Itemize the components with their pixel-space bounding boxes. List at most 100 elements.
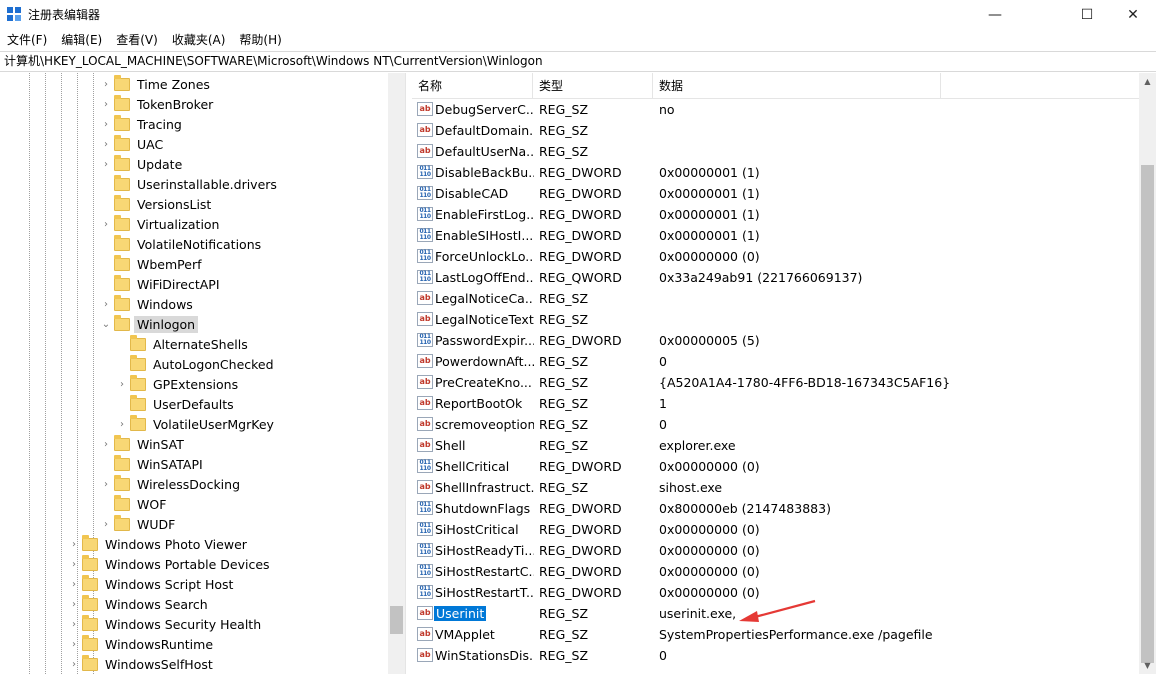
list-item[interactable]: ab WinStationsDis... REG_SZ 0 bbox=[412, 645, 1139, 666]
list-scrollbar-thumb[interactable] bbox=[1141, 165, 1154, 663]
tree-item[interactable]: › WUDF bbox=[100, 514, 178, 534]
chevron-right-icon[interactable]: › bbox=[100, 114, 112, 134]
tree-item[interactable]: › Windows Security Health bbox=[68, 614, 264, 634]
chevron-right-icon[interactable]: › bbox=[100, 214, 112, 234]
list-item[interactable]: ab VMApplet REG_SZ SystemPropertiesPerforma… bbox=[412, 624, 1139, 645]
chevron-right-icon[interactable]: › bbox=[68, 614, 80, 634]
tree-item[interactable]: › Windows Script Host bbox=[68, 574, 236, 594]
list-item[interactable]: 011 110 DisableCAD REG_DWORD 0x00000001 (1) bbox=[412, 183, 1139, 204]
tree-item[interactable]: › Windows bbox=[100, 294, 196, 314]
chevron-right-icon[interactable]: › bbox=[68, 554, 80, 574]
tree-item[interactable]: › Time Zones bbox=[100, 74, 213, 94]
chevron-down-icon[interactable]: ⌄ bbox=[100, 314, 112, 334]
tree-item[interactable]: WOF bbox=[100, 494, 169, 514]
list-item[interactable]: 011 110 EnableFirstLog... REG_DWORD 0x00000… bbox=[412, 204, 1139, 225]
list-item[interactable]: ab DefaultDomain... REG_SZ bbox=[412, 120, 1139, 141]
column-header-name[interactable]: 名称 bbox=[412, 73, 533, 99]
chevron-right-icon[interactable]: › bbox=[100, 74, 112, 94]
list-item[interactable]: ab DefaultUserNa... REG_SZ bbox=[412, 141, 1139, 162]
tree-item[interactable]: AlternateShells bbox=[116, 334, 251, 354]
values-list-pane[interactable]: 名称 类型 数据 ab DebugServerC... REG_SZ no ab Defa… bbox=[412, 73, 1156, 674]
column-header-data[interactable]: 数据 bbox=[653, 73, 941, 99]
chevron-right-icon[interactable]: › bbox=[100, 94, 112, 114]
chevron-right-icon[interactable]: › bbox=[100, 294, 112, 314]
tree-item[interactable]: › Update bbox=[100, 154, 185, 174]
list-item[interactable]: 011 110 SiHostRestartC... REG_DWORD 0x00000… bbox=[412, 561, 1139, 582]
list-item[interactable]: ab PowerdownAft... REG_SZ 0 bbox=[412, 351, 1139, 372]
menu-edit[interactable]: 编辑(E) bbox=[54, 29, 109, 51]
list-item[interactable]: ab ShellInfrastruct... REG_SZ sihost.exe bbox=[412, 477, 1139, 498]
chevron-right-icon[interactable]: › bbox=[68, 634, 80, 654]
tree-item[interactable]: VersionsList bbox=[100, 194, 214, 214]
tree-item[interactable]: › WirelessDocking bbox=[100, 474, 243, 494]
chevron-right-icon[interactable]: › bbox=[100, 154, 112, 174]
list-item[interactable]: 011 110 ForceUnlockLo... REG_DWORD 0x000000… bbox=[412, 246, 1139, 267]
tree-item[interactable]: › TokenBroker bbox=[100, 94, 216, 114]
minimize-button[interactable]: — bbox=[972, 0, 1018, 29]
tree-scrollbar-thumb[interactable] bbox=[390, 606, 403, 634]
tree-item[interactable]: › GPExtensions bbox=[116, 374, 241, 394]
list-item[interactable]: ab LegalNoticeCa... REG_SZ bbox=[412, 288, 1139, 309]
chevron-right-icon[interactable]: › bbox=[100, 514, 112, 534]
menu-file[interactable]: 文件(F) bbox=[0, 29, 54, 51]
tree-item-label: Userinstallable.drivers bbox=[137, 176, 277, 192]
chevron-right-icon[interactable]: › bbox=[100, 434, 112, 454]
close-button[interactable]: ✕ bbox=[1110, 0, 1156, 29]
tree-item[interactable]: › UAC bbox=[100, 134, 166, 154]
list-item[interactable]: 011 110 DisableBackBu... REG_DWORD 0x000000… bbox=[412, 162, 1139, 183]
chevron-right-icon[interactable]: › bbox=[100, 474, 112, 494]
chevron-right-icon[interactable]: › bbox=[68, 654, 80, 674]
tree-item[interactable]: › WindowsSelfHost bbox=[68, 654, 216, 674]
list-item[interactable]: 011 110 SiHostReadyTi... REG_DWORD 0x000000… bbox=[412, 540, 1139, 561]
list-item[interactable]: 011 110 SiHostCritical REG_DWORD 0x00000000… bbox=[412, 519, 1139, 540]
list-item[interactable]: ab PreCreateKno... REG_SZ {A520A1A4-1780-4F… bbox=[412, 372, 1139, 393]
tree-scrollbar[interactable] bbox=[388, 73, 405, 674]
list-item[interactable]: ab DebugServerC... REG_SZ no bbox=[412, 99, 1139, 120]
tree-item[interactable]: WinSATAPI bbox=[100, 454, 206, 474]
chevron-right-icon[interactable]: › bbox=[116, 414, 128, 434]
tree-item[interactable]: VolatileNotifications bbox=[100, 234, 264, 254]
window-title: 注册表编辑器 bbox=[28, 8, 101, 22]
value-name: DebugServerC... bbox=[435, 102, 534, 117]
list-scrollbar[interactable]: ▲ ▼ bbox=[1139, 73, 1156, 674]
tree-item[interactable]: › Windows Photo Viewer bbox=[68, 534, 250, 554]
value-type: REG_SZ bbox=[539, 123, 589, 138]
maximize-button[interactable]: ☐ bbox=[1064, 0, 1110, 29]
tree-item[interactable]: › Virtualization bbox=[100, 214, 222, 234]
list-item[interactable]: ab LegalNoticeText REG_SZ bbox=[412, 309, 1139, 330]
menu-favorites[interactable]: 收藏夹(A) bbox=[165, 29, 233, 51]
list-item[interactable]: 011 110 PasswordExpir... REG_DWORD 0x000000… bbox=[412, 330, 1139, 351]
tree-item[interactable]: › VolatileUserMgrKey bbox=[116, 414, 277, 434]
key-tree-pane[interactable]: › Time Zones › TokenBroker › Tracing › UAC › Upda… bbox=[0, 73, 406, 674]
chevron-right-icon[interactable]: › bbox=[116, 374, 128, 394]
scroll-down-arrow-icon[interactable]: ▼ bbox=[1139, 657, 1156, 674]
list-item[interactable]: ab Shell REG_SZ explorer.exe bbox=[412, 435, 1139, 456]
list-item[interactable]: 011 110 ShellCritical REG_DWORD 0x00000000 … bbox=[412, 456, 1139, 477]
chevron-right-icon[interactable]: › bbox=[68, 574, 80, 594]
tree-item[interactable]: › WindowsRuntime bbox=[68, 634, 216, 654]
chevron-right-icon[interactable]: › bbox=[68, 594, 80, 614]
tree-item[interactable]: › Windows Search bbox=[68, 594, 211, 614]
menu-view[interactable]: 查看(V) bbox=[109, 29, 165, 51]
tree-item[interactable]: › Tracing bbox=[100, 114, 185, 134]
menu-help[interactable]: 帮助(H) bbox=[232, 29, 288, 51]
value-name: LastLogOffEnd... bbox=[435, 270, 534, 285]
tree-item[interactable]: AutoLogonChecked bbox=[116, 354, 277, 374]
chevron-right-icon[interactable]: › bbox=[68, 534, 80, 554]
tree-item[interactable]: ⌄ Winlogon bbox=[100, 314, 199, 334]
list-item[interactable]: ab ReportBootOk REG_SZ 1 bbox=[412, 393, 1139, 414]
tree-item[interactable]: WbemPerf bbox=[100, 254, 204, 274]
list-item[interactable]: 011 110 EnableSIHostI... REG_DWORD 0x000000… bbox=[412, 225, 1139, 246]
scroll-up-arrow-icon[interactable]: ▲ bbox=[1139, 73, 1156, 90]
tree-item[interactable]: › WinSAT bbox=[100, 434, 187, 454]
column-header-type[interactable]: 类型 bbox=[533, 73, 653, 99]
tree-item[interactable]: Userinstallable.drivers bbox=[100, 174, 280, 194]
list-item[interactable]: 011 110 LastLogOffEnd... REG_QWORD 0x33a249… bbox=[412, 267, 1139, 288]
list-item[interactable]: 011 110 ShutdownFlags REG_DWORD 0x800000eb … bbox=[412, 498, 1139, 519]
tree-item[interactable]: UserDefaults bbox=[116, 394, 237, 414]
list-item[interactable]: ab scremoveoption REG_SZ 0 bbox=[412, 414, 1139, 435]
chevron-right-icon[interactable]: › bbox=[100, 134, 112, 154]
tree-item[interactable]: › Windows Portable Devices bbox=[68, 554, 273, 574]
address-bar[interactable]: 计算机\HKEY_LOCAL_MACHINE\SOFTWARE\Microsof… bbox=[0, 51, 1156, 72]
tree-item[interactable]: WiFiDirectAPI bbox=[100, 274, 223, 294]
